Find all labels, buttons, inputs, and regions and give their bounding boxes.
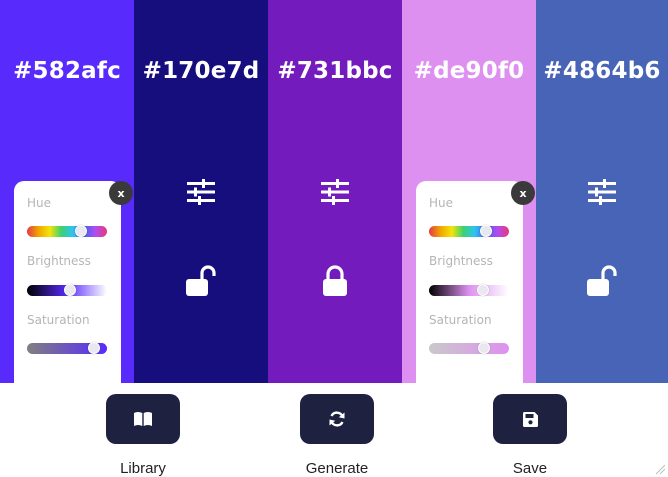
unlock-icon [186,265,216,296]
adjust-panel: x Hue Brightness Saturation [14,181,133,383]
hex-label[interactable]: #582afc [0,58,134,84]
generate-label: Generate [305,460,369,477]
close-panel-button[interactable]: x [511,181,535,205]
save-button[interactable] [493,394,567,444]
sliders-icon [321,179,349,205]
hue-slider[interactable] [27,225,107,237]
adjust-panel: x Hue Brightness Saturation [416,181,535,383]
hue-slider-handle[interactable] [75,225,87,237]
color-column-1: #582afc x Hue Brightness Saturation [0,0,134,383]
hex-label[interactable]: #170e7d [134,58,268,84]
hue-slider-handle[interactable] [480,225,492,237]
brightness-label: Brightness [429,254,493,268]
refresh-icon [329,411,345,427]
library-button[interactable] [106,394,180,444]
color-column-4: #de90f0 x Hue Brightness Saturation [402,0,536,383]
sliders-icon [588,179,616,205]
saturation-label: Saturation [27,313,90,327]
library-label: Library [120,460,166,477]
hue-slider[interactable] [429,225,509,237]
adjust-button[interactable] [186,178,216,206]
resize-grip-icon[interactable] [654,463,666,475]
lock-toggle-button[interactable] [186,264,216,298]
hex-label[interactable]: #4864b6 [536,58,668,84]
unlock-icon [587,265,617,296]
hex-label[interactable]: #de90f0 [402,58,536,84]
action-bar: Library Generate Save [0,383,668,477]
brightness-label: Brightness [27,254,91,268]
color-column-5: #4864b6 [536,0,668,383]
lock-toggle-button[interactable] [587,264,617,298]
book-icon [134,412,152,426]
brightness-slider[interactable] [27,284,107,296]
sliders-icon [187,179,215,205]
hue-label: Hue [429,196,454,210]
lock-toggle-button[interactable] [320,264,350,298]
color-column-2: #170e7d [134,0,268,383]
adjust-button[interactable] [587,178,617,206]
floppy-disk-icon [522,411,538,427]
brightness-slider[interactable] [429,284,509,296]
adjust-button[interactable] [320,178,350,206]
hex-label[interactable]: #731bbc [268,58,402,84]
save-label: Save [512,460,548,477]
saturation-slider[interactable] [429,342,509,354]
saturation-slider-handle[interactable] [478,342,490,354]
brightness-slider-handle[interactable] [477,284,489,296]
brightness-slider-handle[interactable] [64,284,76,296]
color-column-3: #731bbc [268,0,402,383]
color-palette: #582afc x Hue Brightness Saturation #170… [0,0,668,383]
saturation-label: Saturation [429,313,492,327]
saturation-slider[interactable] [27,342,107,354]
generate-button[interactable] [300,394,374,444]
saturation-slider-handle[interactable] [88,342,100,354]
hue-label: Hue [27,196,52,210]
close-panel-button[interactable]: x [109,181,133,205]
lock-icon [323,265,347,296]
